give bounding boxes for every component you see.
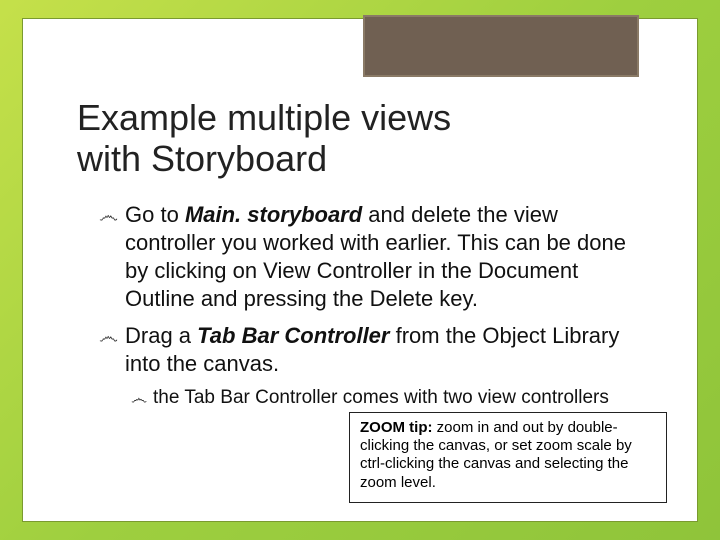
b2-pre: Drag [125, 323, 173, 348]
slide-title: Example multiple views with Storyboard [77, 97, 451, 180]
bullet-icon: ෴ [131, 388, 147, 410]
b1-file: Main. storyboard [185, 202, 362, 227]
title-line-2: with Storyboard [77, 138, 327, 179]
tip-label: ZOOM tip: [360, 419, 437, 436]
sub-bullet-1: ෴ the Tab Bar Controller comes with two … [131, 386, 649, 410]
bullet-1-text: Go to Main. storyboard and delete the vi… [125, 202, 626, 311]
bullet-2-text: Drag a Tab Bar Controller from the Objec… [125, 323, 619, 376]
b1-pre: Go [125, 202, 154, 227]
bullet-icon: ෴ [99, 325, 118, 351]
header-decoration [363, 15, 639, 77]
bullet-2: ෴ Drag a Tab Bar Controller from the Obj… [99, 322, 649, 378]
b2-mid: a [173, 323, 197, 348]
s1-rest: Tab Bar Controller comes with two view c… [179, 387, 608, 408]
s1-pre: the [153, 387, 179, 408]
slide-body: ෴ Go to Main. storyboard and delete the … [99, 201, 649, 410]
slide-page: Example multiple views with Storyboard ෴… [22, 18, 698, 522]
slide-background: Example multiple views with Storyboard ෴… [0, 0, 720, 540]
b1-mid: to [154, 202, 185, 227]
b2-item: Tab Bar Controller [197, 323, 389, 348]
bullet-1: ෴ Go to Main. storyboard and delete the … [99, 201, 649, 314]
title-line-1: Example multiple views [77, 97, 451, 138]
zoom-tip-box: ZOOM tip: zoom in and out by double-clic… [349, 412, 667, 503]
sub-bullet-1-text: the Tab Bar Controller comes with two vi… [153, 387, 609, 408]
bullet-icon: ෴ [99, 204, 118, 230]
